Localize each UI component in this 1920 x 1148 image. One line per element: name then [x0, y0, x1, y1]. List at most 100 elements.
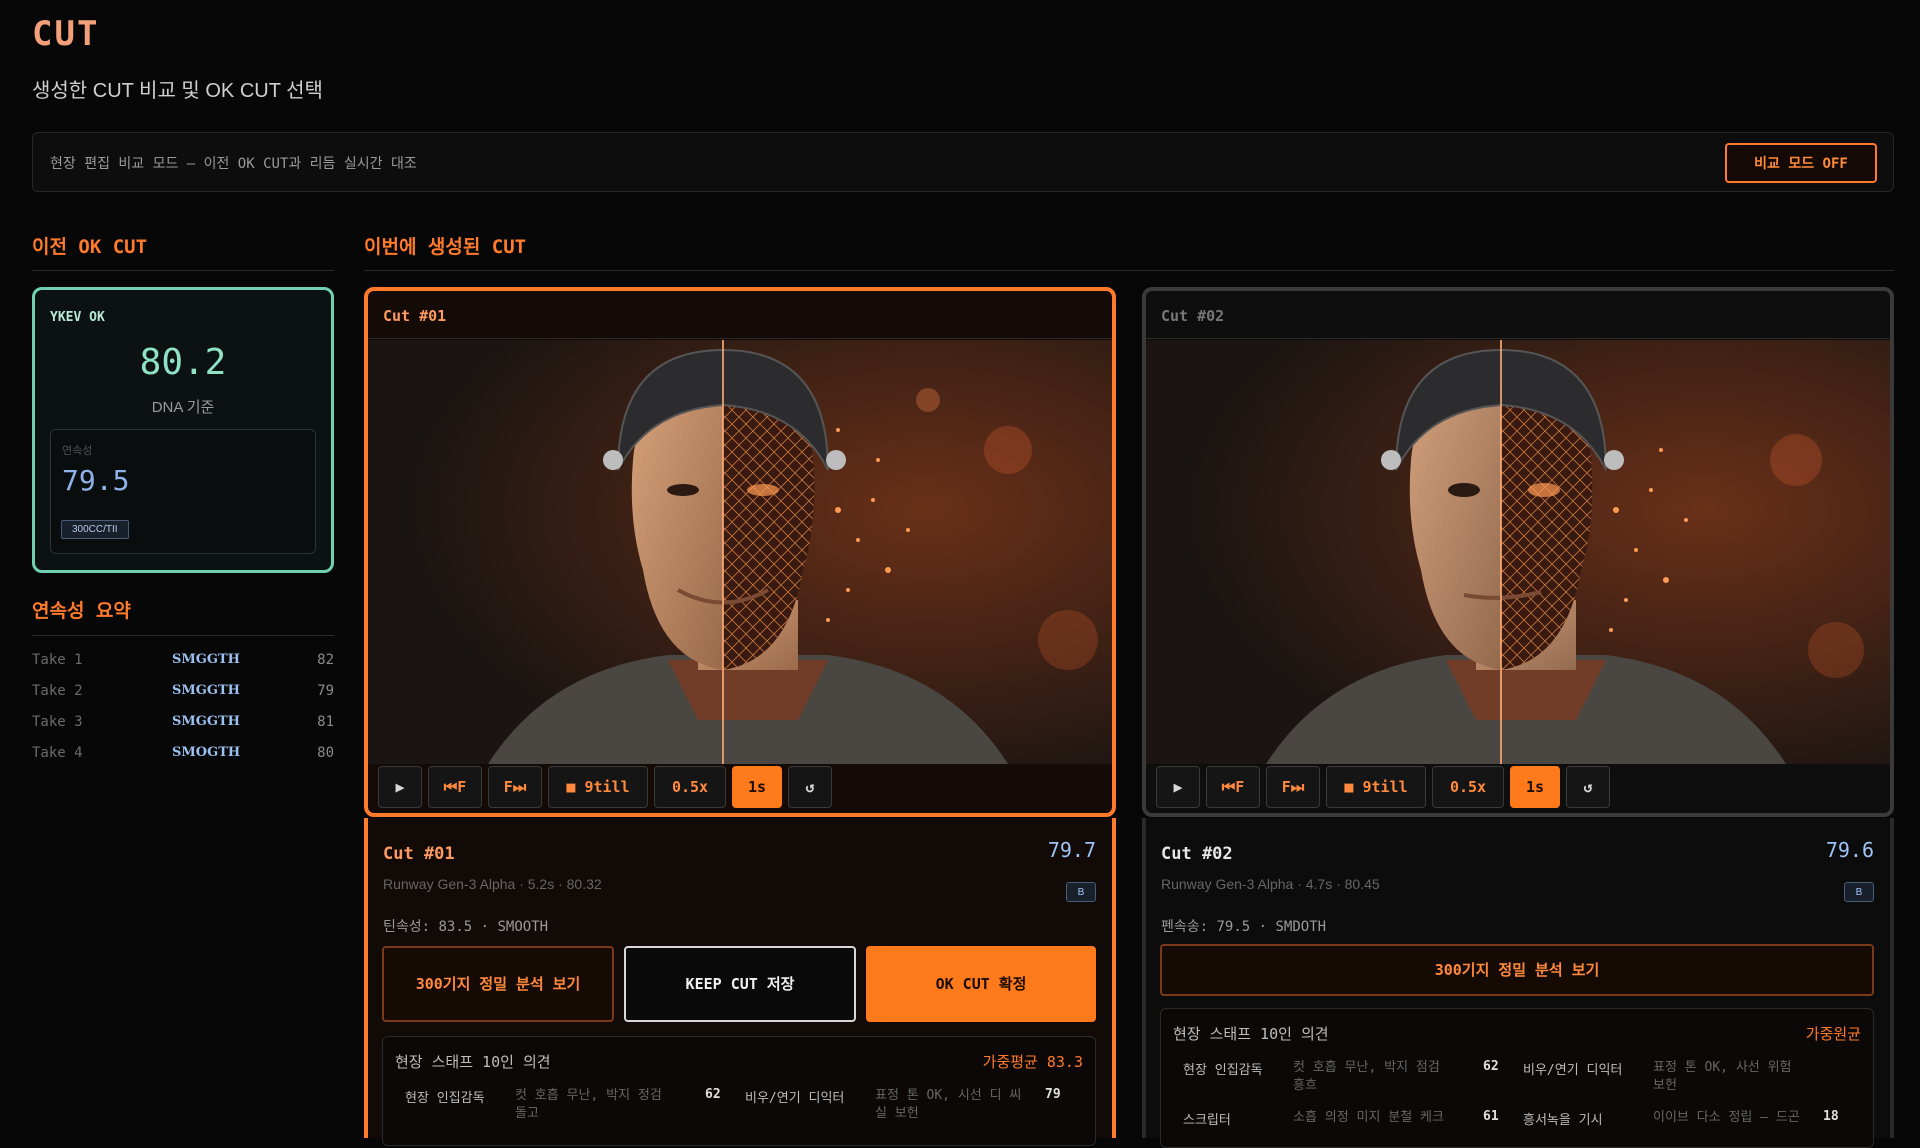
cut-name: Cut #02	[1161, 844, 1233, 864]
take-label: Take 2	[32, 683, 83, 699]
staff-role: 현장 인집감독	[1183, 1063, 1263, 1078]
take-score: 81	[317, 714, 334, 730]
cut-card-02[interactable]: Cut #02 ▶ ⏮F F⏭ ■ 9till 0.5x 1s ↺	[1142, 287, 1894, 817]
staff-score: 62	[705, 1087, 721, 1102]
cut-continuity: 틴속성: 83.5 · SMOOTH	[383, 919, 549, 935]
cut-meta: Runway Gen-3 Alpha · 4.7s · 80.45	[1161, 876, 1380, 892]
take-score: 80	[317, 745, 334, 761]
next-frame-button[interactable]: F⏭	[1266, 766, 1320, 808]
continuity-box: 연속성 79.5 300CC/TII	[50, 429, 316, 554]
cut-name: Cut #01	[383, 844, 455, 864]
continuity-take-row: Take 4 SMOGTH 80	[32, 745, 334, 767]
compare-mode-toggle-button[interactable]: 비교 모드 OFF	[1725, 143, 1877, 183]
previous-ok-card[interactable]: YKEV OK 80.2 DNA 기준 연속성 79.5 300CC/TII	[32, 287, 334, 573]
staff-opinions-panel: 현장 스태프 10인 의견 가중원균 현장 인집감독 컷 호흡 무난, 박지 점…	[1160, 1008, 1874, 1148]
staff-opinion-row: 현장 인집감독 컷 호흡 무난, 박지 정검 돌고 62	[405, 1087, 725, 1127]
take-status: SMOGTH	[172, 745, 241, 760]
analyze-button[interactable]: 300기지 정밀 분석 보기	[1160, 944, 1874, 996]
portrait-split-image	[1146, 340, 1890, 764]
cut-card-header: Cut #01	[368, 291, 1112, 339]
cut-mini-badge: B	[1844, 882, 1874, 902]
take-label: Take 1	[32, 652, 83, 668]
next-frame-button[interactable]: F⏭	[488, 766, 542, 808]
take-status: SMGGTH	[172, 683, 240, 698]
half-speed-button[interactable]: 0.5x	[654, 766, 726, 808]
staff-opinions-title: 현장 스태프 10인 의견	[1173, 1025, 1329, 1043]
staff-score: 61	[1483, 1109, 1499, 1124]
one-second-button[interactable]: 1s	[1510, 766, 1560, 808]
staff-opinion-row: 스크립터 소흡 의정 미지 분철 케크 61	[1183, 1109, 1503, 1139]
take-status: SMGGTH	[172, 714, 240, 729]
staff-opinion-row: 비우/연기 디익터 표정 톤 OK, 시선 디 씨실 보헌 79	[745, 1087, 1075, 1127]
staff-role: 스크립터	[1183, 1113, 1231, 1128]
ok-cut-confirm-button[interactable]: OK CUT 확정	[866, 946, 1096, 1022]
divider	[364, 270, 1894, 271]
compare-mode-bar: 현장 편집 비교 모드 — 이전 OK CUT과 리듬 실시간 대조 비교 모드…	[32, 132, 1894, 192]
previous-ok-basis: DNA 기준	[151, 399, 215, 416]
player-controls: ▶ ⏮F F⏭ ■ 9till 0.5x 1s ↺	[1156, 766, 1610, 812]
app-title: CUT	[32, 14, 100, 54]
cut-preview-image[interactable]	[368, 340, 1112, 764]
page-subtitle: 생성한 CUT 비교 및 OK CUT 선택	[32, 80, 323, 102]
still-button[interactable]: ■ 9till	[1326, 766, 1426, 808]
staff-opinion-row: 흥서녹을 기시 이이브 다소 정립 — 드곤 18	[1523, 1109, 1853, 1139]
cut-meta: Runway Gen-3 Alpha · 5.2s · 80.32	[383, 876, 602, 892]
take-score: 79	[317, 683, 334, 699]
cut-detail-01: Cut #01 79.7 Runway Gen-3 Alpha · 5.2s ·…	[364, 818, 1116, 1146]
staff-opinion-row: 현장 인집감독 컷 호흡 무난, 박지 점검 흥흐 62	[1183, 1059, 1503, 1099]
divider	[32, 270, 334, 271]
staff-role: 비우/연기 디익터	[1523, 1063, 1623, 1078]
play-button[interactable]: ▶	[1156, 766, 1200, 808]
cut-score: 79.7	[1047, 838, 1096, 862]
staff-comment: 이이브 다소 정립 — 드곤	[1653, 1110, 1800, 1125]
staff-comment: 소흡 의정 미지 분철 케크	[1293, 1110, 1444, 1125]
staff-role: 흥서녹을 기시	[1523, 1113, 1603, 1128]
take-label: Take 3	[32, 714, 83, 730]
prev-frame-button[interactable]: ⏮F	[1206, 766, 1260, 808]
current-cuts-heading: 이번에 생성된 CUT	[364, 236, 527, 258]
staff-comment: 표정 톤 OK, 사선 위험 보헌	[1653, 1060, 1792, 1093]
previous-ok-cut-heading: 이전 OK CUT	[32, 236, 148, 258]
staff-opinions-average: 가중원균	[1805, 1025, 1861, 1043]
previous-ok-tag: YKEV OK	[50, 310, 105, 325]
cut-preview-image[interactable]	[1146, 340, 1890, 764]
compare-mode-description: 현장 편집 비교 모드 — 이전 OK CUT과 리듬 실시간 대조	[50, 156, 417, 172]
staff-opinion-row: 비우/연기 디익터 표정 톤 OK, 사선 위험 보헌	[1523, 1059, 1853, 1099]
staff-comment: 컷 호흡 무난, 박지 점검 흥흐	[1293, 1060, 1440, 1093]
cut-detail-02: Cut #02 79.6 Runway Gen-3 Alpha · 4.7s ·…	[1142, 818, 1894, 1148]
staff-score: 18	[1823, 1109, 1839, 1124]
play-button[interactable]: ▶	[378, 766, 422, 808]
staff-role: 비우/연기 디익터	[745, 1091, 845, 1106]
reset-icon[interactable]: ↺	[788, 766, 832, 808]
cut-card-01[interactable]: Cut #01 ▶ ⏮F F⏭ ■ 9till 0.5x 1s ↺	[364, 287, 1116, 817]
analyze-button[interactable]: 300기지 정밀 분석 보기	[382, 946, 614, 1022]
continuity-take-row: Take 1 SMGGTH 82	[32, 652, 334, 674]
take-label: Take 4	[32, 745, 83, 761]
previous-ok-badge: 300CC/TII	[61, 520, 129, 539]
divider	[32, 635, 334, 636]
staff-score: 62	[1483, 1059, 1499, 1074]
staff-comment: 표정 톤 OK, 시선 디 씨실 보헌	[875, 1088, 1022, 1121]
player-controls: ▶ ⏮F F⏭ ■ 9till 0.5x 1s ↺	[378, 766, 832, 812]
one-second-button[interactable]: 1s	[732, 766, 782, 808]
staff-opinions-title: 현장 스태프 10인 의견	[395, 1053, 551, 1071]
staff-comment: 컷 호흡 무난, 박지 정검 돌고	[515, 1088, 662, 1121]
continuity-label: 연속성	[62, 445, 93, 457]
cut-card-header: Cut #02	[1146, 291, 1890, 339]
still-button[interactable]: ■ 9till	[548, 766, 648, 808]
previous-ok-score: 80.2	[139, 342, 227, 383]
portrait-split-image	[368, 340, 1112, 764]
cut-continuity: 펜속송: 79.5 · SMDOTH	[1161, 919, 1327, 935]
cut-card-title: Cut #02	[1161, 307, 1225, 325]
cut-score: 79.6	[1825, 838, 1874, 862]
staff-opinions-panel: 현장 스태프 10인 의견 가중평균 83.3 현장 인집감독 컷 호흡 무난,…	[382, 1036, 1096, 1146]
half-speed-button[interactable]: 0.5x	[1432, 766, 1504, 808]
take-score: 82	[317, 652, 334, 668]
staff-opinions-average: 가중평균 83.3	[982, 1053, 1083, 1071]
prev-frame-button[interactable]: ⏮F	[428, 766, 482, 808]
reset-icon[interactable]: ↺	[1566, 766, 1610, 808]
keep-cut-button[interactable]: KEEP CUT 저장	[624, 946, 856, 1022]
cut-card-title: Cut #01	[383, 307, 447, 325]
staff-role: 현장 인집감독	[405, 1091, 485, 1106]
continuity-summary-heading: 연속성 요약	[32, 600, 131, 622]
